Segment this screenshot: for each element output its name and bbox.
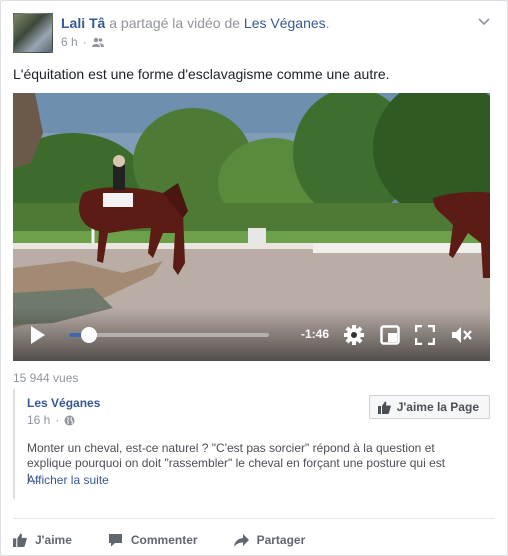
post-time[interactable]: 6 h (61, 35, 78, 49)
post-header: Lali Tâ a partagé la vidéo de Les Végane… (13, 13, 495, 55)
chevron-down-icon[interactable] (477, 15, 491, 29)
share-label: Partager (256, 533, 306, 547)
like-page-label: J'aime la Page (396, 400, 479, 414)
action-bar: J'aime Commenter Partager (13, 527, 305, 553)
friends-icon[interactable] (91, 37, 104, 47)
thumbs-up-icon (377, 401, 391, 414)
post-headline: Lali Tâ a partagé la vidéo de Les Végane… (61, 15, 330, 31)
progress-handle[interactable] (81, 327, 97, 343)
like-page-button[interactable]: J'aime la Page (368, 395, 490, 419)
video-frame (13, 93, 490, 361)
separator: · (82, 35, 87, 49)
play-icon[interactable] (29, 325, 47, 345)
view-count: 15 944 vues (13, 371, 79, 385)
action-text: a partagé la vidéo de (109, 15, 241, 31)
comment-button[interactable]: Commenter (108, 533, 198, 547)
headline-suffix: . (325, 15, 330, 31)
share-button[interactable]: Partager (233, 533, 306, 547)
time-remaining: -1:46 (301, 327, 330, 341)
separator: · (55, 413, 60, 427)
post-text: L'équitation est une forme d'esclavagism… (13, 66, 390, 82)
shared-meta: 16 h · (27, 413, 75, 427)
shared-attachment: Les Véganes 16 h · J'aime la Page Monter… (13, 389, 490, 499)
see-more-link[interactable]: Afficher la suite (27, 473, 109, 487)
comment-icon (108, 534, 122, 547)
author-link[interactable]: Lali Tâ (61, 15, 105, 31)
post-meta: 6 h · (61, 35, 104, 49)
gear-icon[interactable] (343, 324, 365, 346)
comment-label: Commenter (130, 533, 198, 547)
progress-bar[interactable] (69, 333, 269, 337)
shared-time[interactable]: 16 h (27, 413, 50, 427)
mute-icon[interactable] (451, 325, 473, 345)
video-player[interactable]: -1:46 (13, 93, 490, 361)
actions-divider (13, 518, 495, 519)
page-link[interactable]: Les Véganes (244, 15, 326, 31)
globe-icon[interactable] (64, 415, 75, 426)
share-icon (233, 533, 249, 547)
fullscreen-icon[interactable] (415, 325, 435, 345)
avatar[interactable] (13, 13, 53, 53)
like-button[interactable]: J'aime (13, 533, 72, 547)
shared-page-name[interactable]: Les Véganes (27, 396, 100, 410)
mini-player-icon[interactable] (380, 325, 400, 345)
like-label: J'aime (35, 533, 72, 547)
post-card: Lali Tâ a partagé la vidéo de Les Végane… (0, 0, 508, 556)
thumbs-up-icon (13, 533, 27, 547)
